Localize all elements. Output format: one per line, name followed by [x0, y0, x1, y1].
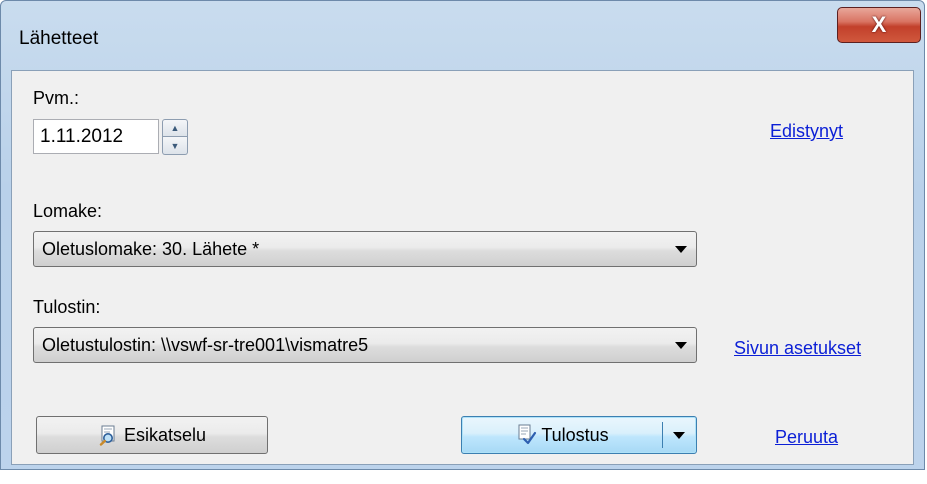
form-select-value: Oletuslomake: 30. Lähete * [42, 239, 260, 259]
printer-select-value: Oletustulostin: \\vswf-sr-tre001\vismatr… [42, 335, 369, 355]
chevron-down-icon [675, 246, 687, 253]
dialog-client-area: Pvm.: 1.11.2012 ▲ ▼ Edistynyt Lomake: Ol… [11, 70, 914, 465]
form-label: Lomake: [33, 201, 103, 221]
printer-label: Tulostin: [33, 297, 101, 317]
preview-button-label: Esikatselu [123, 424, 207, 445]
spin-up-icon: ▲ [170, 123, 180, 133]
print-split-button: Tulostus [461, 416, 697, 454]
chevron-down-icon [673, 432, 685, 439]
date-label: Pvm.: [33, 88, 80, 108]
spin-up-button[interactable]: ▲ [162, 119, 188, 137]
preview-button[interactable]: Esikatselu [36, 416, 268, 454]
print-button[interactable]: Tulostus [462, 417, 662, 453]
page-setup-link[interactable]: Sivun asetukset [734, 338, 861, 359]
printer-select[interactable]: Oletustulostin: \\vswf-sr-tre001\vismatr… [33, 327, 697, 363]
print-button-label: Tulostus [541, 424, 609, 445]
cancel-link[interactable]: Peruuta [775, 427, 838, 448]
date-spinner: ▲ ▼ [162, 119, 188, 155]
spin-down-icon: ▼ [170, 140, 180, 151]
background-ghost [91, 7, 94, 19]
close-icon: X [871, 12, 887, 37]
printer-document-icon [515, 424, 537, 446]
magnifier-document-icon [98, 424, 120, 446]
date-field[interactable]: 1.11.2012 [33, 119, 159, 154]
spin-down-button[interactable]: ▼ [162, 137, 188, 155]
close-button[interactable]: X [837, 7, 921, 43]
title-bar[interactable]: Lähetteet X [1, 1, 924, 71]
print-options-dropdown-button[interactable] [663, 417, 696, 453]
form-select[interactable]: Oletuslomake: 30. Lähete * [33, 231, 697, 267]
chevron-down-icon [675, 342, 687, 349]
dialog-window: Lähetteet X Pvm.: 1.11.2012 ▲ ▼ Edistyny… [0, 0, 925, 470]
window-title: Lähetteet [19, 28, 99, 49]
advanced-link[interactable]: Edistynyt [770, 121, 843, 142]
